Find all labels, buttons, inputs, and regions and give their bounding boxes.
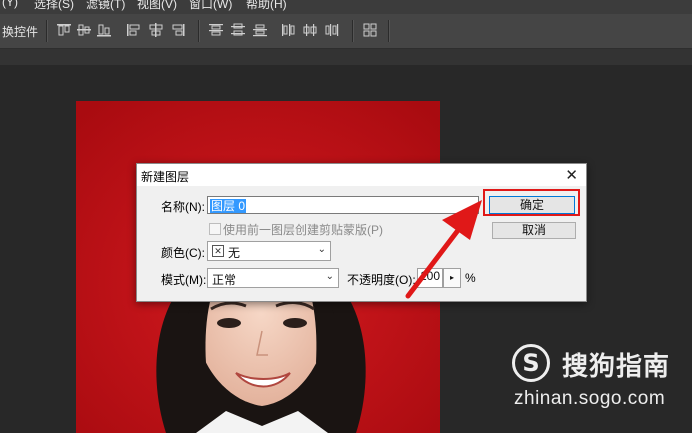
watermark: S 搜狗指南 zhinan.sogo.com xyxy=(512,344,692,414)
watermark-url: zhinan.sogo.com xyxy=(514,388,666,409)
watermark-text: 搜狗指南 xyxy=(562,351,671,381)
sogou-logo-icon: S xyxy=(512,344,550,382)
